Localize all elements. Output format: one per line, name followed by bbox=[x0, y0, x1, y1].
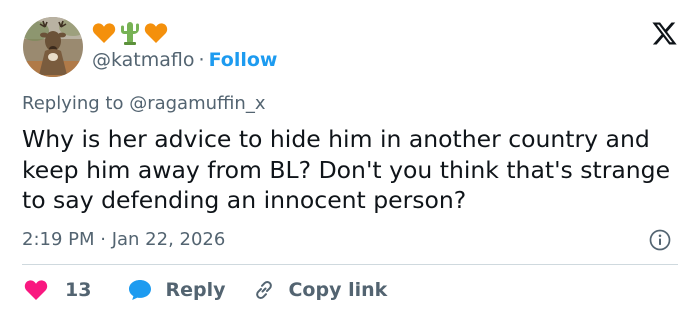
orange-heart-icon bbox=[144, 22, 168, 44]
replying-to-mention[interactable]: @ragamuffin_x bbox=[129, 93, 265, 114]
follow-button[interactable]: Follow bbox=[209, 49, 278, 71]
cactus-icon bbox=[118, 20, 142, 46]
tweet-text: Why is her advice to hide him in another… bbox=[22, 125, 671, 214]
reply-bubble-icon bbox=[127, 278, 153, 302]
reply-label: Reply bbox=[165, 279, 226, 301]
tweet-card: @katmaflo · Follow Replying to @ragamuffin… bbox=[0, 0, 700, 318]
like-button[interactable]: 13 bbox=[24, 279, 91, 301]
separator-dot: · bbox=[198, 49, 205, 71]
tweet-timestamp[interactable]: 2:19 PM · Jan 22, 2026 bbox=[22, 228, 225, 252]
replying-to-line: Replying to @ragamuffin_x bbox=[22, 92, 266, 116]
like-count: 13 bbox=[65, 279, 92, 301]
deer-avatar-image bbox=[23, 17, 83, 77]
x-logo-icon[interactable] bbox=[651, 20, 678, 47]
avatar[interactable] bbox=[23, 17, 83, 77]
heart-icon bbox=[24, 279, 48, 301]
reply-button[interactable]: Reply bbox=[127, 278, 225, 302]
author-line: @katmaflo · Follow bbox=[92, 48, 277, 72]
copy-link-button[interactable]: Copy link bbox=[252, 278, 387, 302]
replying-to-prefix: Replying to bbox=[22, 93, 130, 114]
info-icon[interactable] bbox=[649, 229, 671, 251]
display-name-emojis bbox=[92, 20, 168, 46]
orange-heart-icon bbox=[92, 22, 116, 44]
action-bar: 13 Reply Copy link bbox=[22, 276, 387, 304]
copy-link-label: Copy link bbox=[288, 279, 388, 301]
divider bbox=[22, 264, 678, 265]
link-icon bbox=[252, 278, 276, 302]
author-handle[interactable]: @katmaflo bbox=[92, 49, 195, 71]
